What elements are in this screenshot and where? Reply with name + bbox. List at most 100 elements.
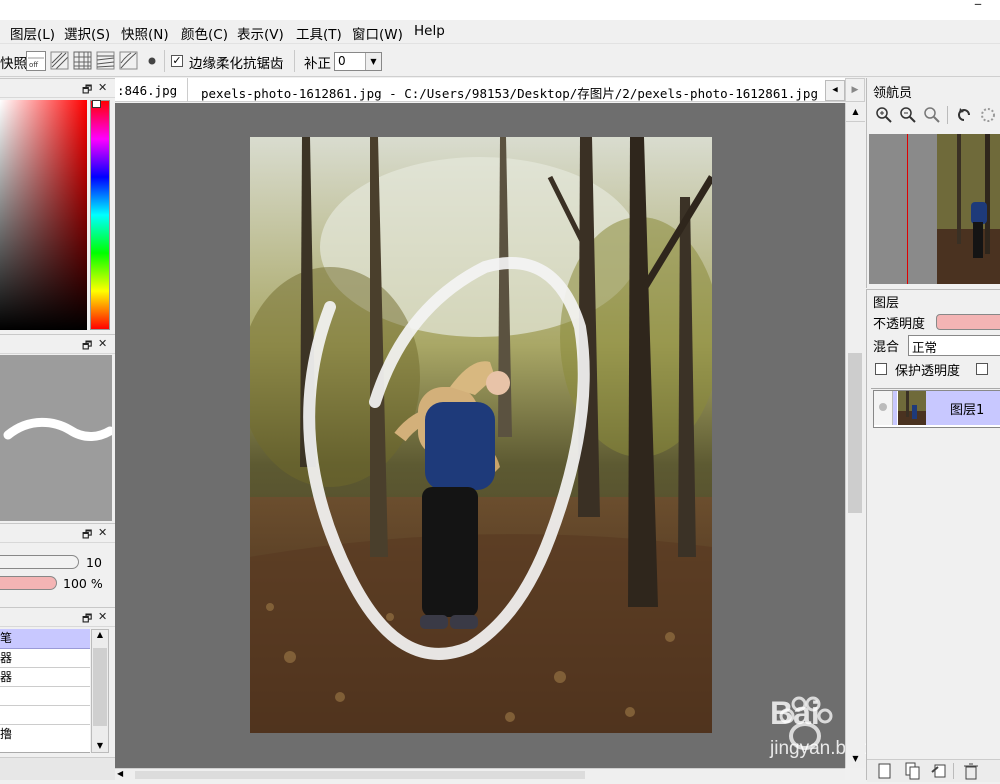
menu-select[interactable]: 選択(S) bbox=[64, 23, 110, 43]
snap-perspective-button[interactable] bbox=[96, 51, 116, 71]
layer-row[interactable]: 图层1 bbox=[873, 390, 1000, 428]
menu-snapshot[interactable]: 快照(N) bbox=[121, 23, 169, 43]
rotate-reset-icon[interactable] bbox=[979, 106, 997, 124]
tool-list-header: 🗗 ✕ bbox=[0, 607, 115, 627]
snap-off-button[interactable]: off bbox=[26, 51, 46, 71]
brush-preview bbox=[0, 355, 115, 521]
correction-select[interactable]: 0 ▼ bbox=[334, 52, 382, 71]
rotate-left-icon[interactable] bbox=[955, 106, 973, 124]
layer-name: 图层1 bbox=[950, 403, 985, 418]
menu-view[interactable]: 表示(V) bbox=[237, 23, 284, 43]
left-panel-footer bbox=[0, 757, 115, 780]
color-panel-header: 🗗 ✕ bbox=[0, 78, 115, 98]
snap-grid-button[interactable] bbox=[73, 51, 93, 71]
menu-color[interactable]: 颜色(C) bbox=[181, 23, 228, 43]
curve-lines-icon bbox=[119, 51, 138, 70]
chevron-up-icon[interactable]: ▲ bbox=[846, 103, 865, 122]
brush-size-value: 10 bbox=[86, 555, 102, 570]
color-saturation-field[interactable] bbox=[0, 100, 87, 330]
close-icon[interactable]: ✕ bbox=[98, 610, 107, 623]
minimize-icon[interactable]: – bbox=[974, 0, 982, 13]
menu-layer[interactable]: 图层(L) bbox=[10, 23, 55, 43]
restore-icon[interactable]: 🗗 bbox=[82, 81, 92, 100]
layer-name-cell[interactable]: 图层1 bbox=[926, 391, 1000, 425]
antialias-label: 边缘柔化抗锯齿 bbox=[189, 56, 284, 72]
hue-slider[interactable] bbox=[90, 100, 110, 330]
navigator-preview[interactable] bbox=[869, 134, 1000, 284]
restore-icon[interactable]: 🗗 bbox=[82, 526, 92, 545]
navigator-thumbnail bbox=[937, 134, 1000, 284]
hue-slider-handle[interactable] bbox=[92, 100, 101, 108]
canvas-horizontal-scrollbar[interactable]: ◀ bbox=[115, 768, 845, 780]
snap-parallel-button[interactable] bbox=[50, 51, 70, 71]
merge-layer-icon[interactable] bbox=[931, 762, 949, 780]
perspective-icon bbox=[96, 51, 115, 70]
duplicate-layer-icon[interactable] bbox=[905, 762, 923, 780]
tab-scroll-right-icon[interactable]: ▶ bbox=[845, 78, 865, 102]
list-item[interactable]: 笔 bbox=[0, 629, 90, 649]
brush-size-slider[interactable] bbox=[0, 555, 79, 569]
clip-checkbox[interactable] bbox=[976, 363, 988, 375]
chevron-down-icon[interactable]: ▼ bbox=[846, 750, 865, 768]
chevron-down-icon[interactable]: ▼ bbox=[365, 53, 381, 70]
list-item[interactable]: 器 bbox=[0, 668, 90, 687]
list-item[interactable]: 撸 bbox=[0, 725, 90, 743]
tab-previous[interactable]: :846.jpg bbox=[117, 83, 177, 98]
navigator-panel: 领航员 bbox=[866, 78, 1000, 288]
restore-icon[interactable]: 🗗 bbox=[82, 337, 92, 356]
zoom-reset-icon[interactable] bbox=[923, 106, 941, 124]
snap-off-icon: off bbox=[28, 57, 44, 69]
layer-actions-bar bbox=[867, 759, 1000, 782]
canvas-area[interactable]: Bai 经验 bbox=[115, 103, 905, 776]
menu-tools[interactable]: 工具(T) bbox=[296, 23, 342, 43]
close-icon[interactable]: ✕ bbox=[98, 526, 107, 539]
close-icon[interactable]: ✕ bbox=[98, 337, 107, 350]
brush-opacity-slider[interactable] bbox=[0, 576, 57, 590]
snap-curve-button[interactable] bbox=[119, 51, 139, 71]
zoom-in-icon[interactable] bbox=[875, 106, 893, 124]
toolbar: 快照 off ✓ 边缘柔化抗锯齿 补正 0 ▼ bbox=[0, 45, 1000, 77]
layers-title: 图层 bbox=[873, 296, 900, 311]
list-item[interactable]: 器 bbox=[0, 649, 90, 668]
snap-point-button[interactable] bbox=[143, 51, 163, 71]
new-layer-icon[interactable] bbox=[877, 762, 895, 780]
layer-visibility-toggle[interactable] bbox=[874, 391, 893, 425]
menu-help[interactable]: Help bbox=[414, 23, 445, 39]
chevron-up-icon[interactable]: ▲ bbox=[92, 630, 108, 639]
forest-photo bbox=[250, 137, 712, 733]
layer-opacity-slider[interactable] bbox=[936, 314, 1000, 330]
delete-layer-icon[interactable] bbox=[963, 762, 981, 780]
blend-mode-value: 正常 bbox=[912, 340, 938, 355]
photo-image[interactable] bbox=[250, 137, 712, 733]
tool-list-scrollbar[interactable]: ▲ ▼ bbox=[91, 629, 109, 753]
tab-active[interactable]: pexels-photo-1612861.jpg - C:/Users/9815… bbox=[201, 83, 818, 102]
chevron-left-icon[interactable]: ◀ bbox=[117, 769, 123, 778]
scroll-thumb[interactable] bbox=[93, 648, 107, 726]
navigator-viewport-marker[interactable] bbox=[907, 134, 908, 284]
antialias-checkbox[interactable]: ✓ bbox=[171, 55, 183, 67]
layers-panel: 图层 不透明度 混合 正常 保护透明度 图层1 bbox=[866, 289, 1000, 782]
tool-list: 笔 器 器 撸 bbox=[0, 629, 90, 753]
list-item[interactable] bbox=[0, 687, 90, 706]
snap-label: 快照 bbox=[0, 56, 27, 72]
zoom-out-icon[interactable] bbox=[899, 106, 917, 124]
restore-icon[interactable]: 🗗 bbox=[82, 610, 92, 629]
watermark-brand: Bai bbox=[770, 695, 820, 731]
scroll-thumb[interactable] bbox=[848, 353, 862, 513]
menu-window[interactable]: 窗口(W) bbox=[352, 23, 403, 43]
protect-alpha-checkbox[interactable] bbox=[875, 363, 887, 375]
tab-scroll-left-icon[interactable]: ◀ bbox=[825, 80, 845, 101]
brush-opacity-value: 100 % bbox=[63, 576, 103, 591]
close-icon[interactable]: ✕ bbox=[98, 81, 107, 94]
menu-bar: 图层(L) 選択(S) 快照(N) 颜色(C) 表示(V) 工具(T) 窗口(W… bbox=[0, 20, 1000, 44]
protect-alpha-label: 保护透明度 bbox=[895, 364, 961, 379]
blend-mode-select[interactable]: 正常 bbox=[908, 335, 1000, 356]
scroll-thumb[interactable] bbox=[135, 771, 585, 779]
list-item[interactable] bbox=[0, 706, 90, 725]
brush-settings-header: 🗗 ✕ bbox=[0, 523, 115, 543]
brush-panel-header: 🗗 ✕ bbox=[0, 334, 115, 354]
correction-value: 0 bbox=[338, 54, 346, 68]
chevron-down-icon[interactable]: ▼ bbox=[92, 741, 108, 750]
layer-opacity-label: 不透明度 bbox=[873, 317, 926, 332]
canvas-vertical-scrollbar[interactable]: ▲ ▼ bbox=[845, 103, 865, 768]
